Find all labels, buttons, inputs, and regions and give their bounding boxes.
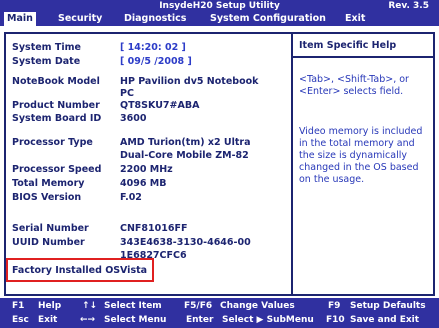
serial-number-value: CNF81016FF xyxy=(120,223,188,234)
factory-os-value: Vista xyxy=(120,265,148,276)
key-f1-desc: Help xyxy=(38,301,62,311)
processor-type-value-2: Dual-Core Mobile ZM-82 xyxy=(120,150,249,161)
processor-speed-value: 2200 MHz xyxy=(120,164,173,175)
key-esc: Esc xyxy=(12,315,29,325)
notebook-model-value-1: HP Pavilion dv5 Notebook xyxy=(120,76,259,87)
help-note-line-2: in the total memory and xyxy=(299,138,415,149)
key-f10: F10 xyxy=(326,315,345,325)
tab-system-configuration[interactable]: System Configuration xyxy=(210,12,326,26)
key-leftright: ←→ xyxy=(80,315,96,325)
utility-title: InsydeH20 Setup Utility xyxy=(159,1,280,11)
key-updown-desc: Select Item xyxy=(104,301,162,311)
key-f9-desc: Setup Defaults xyxy=(350,301,426,311)
serial-number-label: Serial Number xyxy=(12,223,89,234)
title-bar: InsydeH20 Setup Utility Rev. 3.5 xyxy=(0,0,439,12)
tab-security[interactable]: Security xyxy=(58,12,102,26)
key-esc-desc: Exit xyxy=(38,315,58,325)
notebook-model-value-2: PC xyxy=(120,88,134,99)
system-board-id-label: System Board ID xyxy=(12,113,102,124)
key-leftright-desc: Select Menu xyxy=(104,315,167,325)
uuid-number-value-1: 343E4638-3130-4646-00 xyxy=(120,237,251,248)
tab-main[interactable]: Main xyxy=(4,12,36,26)
key-updown: ↑↓ xyxy=(82,301,98,311)
help-line-2: <Enter> selects field. xyxy=(299,86,404,97)
factory-os-label: Factory Installed OS xyxy=(12,265,121,276)
tab-diagnostics[interactable]: Diagnostics xyxy=(124,12,186,26)
key-f1: F1 xyxy=(12,301,25,311)
system-date-label: System Date xyxy=(12,56,81,67)
system-time-field[interactable]: [ 14:20: 02 ] xyxy=(120,42,186,54)
system-date-field[interactable]: [ 09/5 /2008 ] xyxy=(120,56,192,68)
menu-bar: Main Security Diagnostics System Configu… xyxy=(0,12,439,26)
processor-speed-label: Processor Speed xyxy=(12,164,102,175)
system-board-id-value: 3600 xyxy=(120,113,147,124)
bios-setup-screen: InsydeH20 Setup Utility Rev. 3.5 Main Se… xyxy=(0,0,439,328)
revision-label: Rev. 3.5 xyxy=(388,1,429,11)
total-memory-label: Total Memory xyxy=(12,178,85,189)
system-time-label: System Time xyxy=(12,42,81,53)
bios-version-label: BIOS Version xyxy=(12,192,82,203)
key-f9: F9 xyxy=(328,301,341,311)
uuid-number-label: UUID Number xyxy=(12,237,85,248)
key-enter-desc: Select ▶ SubMenu xyxy=(222,315,314,325)
product-number-value: QT8SKU7#ABA xyxy=(120,100,200,111)
help-line-1: <Tab>, <Shift-Tab>, or xyxy=(299,74,409,85)
bios-version-value: F.02 xyxy=(120,192,142,203)
help-note-line-3: the size is dynamically xyxy=(299,150,407,161)
product-number-label: Product Number xyxy=(12,100,100,111)
help-note-line-5: on the usage. xyxy=(299,174,365,185)
notebook-model-label: NoteBook Model xyxy=(12,76,100,87)
key-enter: Enter xyxy=(186,315,214,325)
total-memory-value: 4096 MB xyxy=(120,178,167,189)
help-note-line-4: changed in the OS based xyxy=(299,162,419,173)
help-note-line-1: Video memory is included xyxy=(299,126,423,137)
processor-type-label: Processor Type xyxy=(12,137,93,148)
key-legend-bar: F1 Help ↑↓ Select Item F5/F6 Change Valu… xyxy=(0,298,439,328)
processor-type-value-1: AMD Turion(tm) x2 Ultra xyxy=(120,137,251,148)
help-panel: Item Specific Help <Tab>, <Shift-Tab>, o… xyxy=(291,32,435,296)
key-f10-desc: Save and Exit xyxy=(350,315,420,325)
key-f5f6: F5/F6 xyxy=(184,301,213,311)
tab-exit[interactable]: Exit xyxy=(345,12,365,26)
help-divider xyxy=(293,56,433,58)
help-title: Item Specific Help xyxy=(299,40,397,51)
key-f5f6-desc: Change Values xyxy=(220,301,295,311)
